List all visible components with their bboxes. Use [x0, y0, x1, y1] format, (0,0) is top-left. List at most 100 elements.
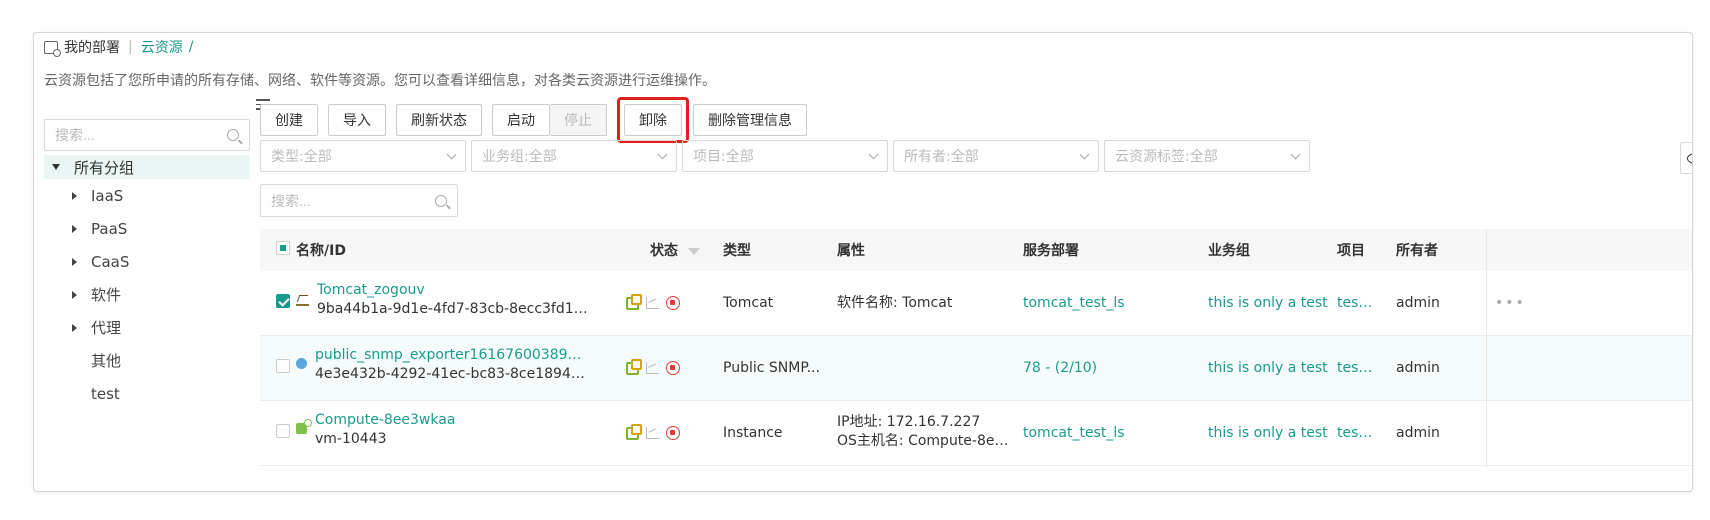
tag-filter[interactable]: 云资源标签:全部 — [1104, 140, 1310, 172]
attributes-cell: IP地址: 172.16.7.227 OS主机名: Compute-8ee... — [837, 413, 1012, 451]
resource-name-link[interactable]: Tomcat_zogouv — [317, 281, 592, 300]
tree-item-other[interactable]: 其他 — [44, 344, 250, 377]
monitor-chart-icon[interactable] — [646, 427, 659, 439]
sidebar-search[interactable] — [44, 119, 250, 151]
import-button[interactable]: 导入 — [328, 104, 386, 136]
business-group-filter[interactable]: 业务组:全部 — [471, 140, 677, 172]
header-status-label: 状态 — [650, 243, 678, 259]
caret-right-icon[interactable] — [72, 191, 77, 200]
header-business-group[interactable]: 业务组 — [1208, 240, 1250, 260]
resource-id: 9ba44b1a-9d1e-4fd7-83cb-8ecc3fd1a203_... — [317, 301, 592, 317]
page-description: 云资源包括了您所申请的所有存储、网络、软件等资源。您可以查看详细信息，对各类云资… — [44, 73, 716, 89]
owner-filter-label: 所有者:全部 — [904, 149, 979, 165]
stopped-status-icon — [666, 361, 680, 375]
project-link[interactable]: test... — [1337, 360, 1377, 376]
tree-item-label: test — [91, 384, 120, 403]
copy-icon[interactable] — [626, 358, 642, 375]
highlight-box: 卸除 — [617, 97, 689, 143]
caret-right-icon[interactable] — [72, 224, 77, 233]
chevron-down-icon[interactable] — [1290, 149, 1301, 159]
uninstall-button[interactable]: 卸除 — [624, 104, 682, 136]
service-link[interactable]: 78 - (2/10) — [1023, 360, 1097, 376]
name-cell: Tomcat_zogouv 9ba44b1a-9d1e-4fd7-83cb-8e… — [296, 281, 596, 319]
chevron-down-icon[interactable] — [657, 149, 668, 159]
tree-item-caas[interactable]: CaaS — [44, 245, 250, 278]
table-header: 名称/ID 状态 类型 属性 服务部署 业务组 项目 所有者 — [260, 229, 1692, 271]
caret-right-icon[interactable] — [72, 257, 77, 266]
owner-filter[interactable]: 所有者:全部 — [893, 140, 1099, 172]
table-row[interactable]: Compute-8ee3wkaa vm-10443 Instance IP地址:… — [260, 401, 1692, 466]
table-search[interactable] — [260, 184, 458, 217]
breadcrumb-root[interactable]: 我的部署 — [64, 37, 120, 57]
project-link[interactable]: test... — [1337, 425, 1377, 441]
row-checkbox[interactable] — [276, 294, 290, 312]
caret-right-icon[interactable] — [72, 323, 77, 332]
delete-management-info-button[interactable]: 删除管理信息 — [693, 104, 807, 136]
attribute-line: OS主机名: Compute-8ee... — [837, 433, 1012, 449]
more-actions-icon[interactable]: ••• — [1495, 295, 1526, 311]
group-tree: 所有分组 IaaS PaaS CaaS 软件 代理 其他 test — [44, 155, 250, 410]
project-link[interactable]: test... — [1337, 295, 1377, 311]
name-cell: Compute-8ee3wkaa vm-10443 — [296, 411, 596, 449]
snmp-icon — [296, 358, 307, 369]
service-link[interactable]: tomcat_test_ls — [1023, 295, 1125, 311]
header-status[interactable]: 状态 — [650, 240, 700, 260]
header-name[interactable]: 名称/ID — [296, 240, 596, 260]
business-group-link[interactable]: this is only a test — [1208, 295, 1328, 311]
resource-name-link[interactable]: Compute-8ee3wkaa — [315, 411, 590, 430]
project-filter[interactable]: 项目:全部 — [682, 140, 888, 172]
resource-name-link[interactable]: public_snmp_exporter1616760038992_n6... — [315, 346, 590, 365]
copy-icon[interactable] — [626, 293, 642, 310]
select-all-checkbox[interactable] — [276, 241, 290, 259]
row-checkbox[interactable] — [276, 359, 290, 377]
table-action-column-divider — [1486, 229, 1487, 468]
breadcrumb-slash: / — [188, 39, 194, 55]
header-service[interactable]: 服务部署 — [1023, 240, 1079, 260]
caret-down-icon[interactable] — [52, 164, 60, 170]
type-cell: Instance — [723, 425, 783, 441]
tree-item-label: IaaS — [91, 186, 124, 205]
monitor-chart-icon[interactable] — [646, 362, 659, 374]
tree-item-test[interactable]: test — [44, 377, 250, 410]
chevron-down-icon[interactable] — [446, 149, 457, 159]
sidebar-search-input[interactable] — [55, 127, 227, 143]
monitor-chart-icon[interactable] — [646, 297, 659, 309]
row-checkbox[interactable] — [276, 424, 290, 442]
breadcrumb-current[interactable]: 云资源 — [141, 37, 183, 57]
table-row[interactable]: public_snmp_exporter1616760038992_n6... … — [260, 336, 1692, 401]
table-row[interactable]: Tomcat_zogouv 9ba44b1a-9d1e-4fd7-83cb-8e… — [260, 271, 1692, 336]
column-visibility-button[interactable] — [1680, 142, 1692, 174]
start-button[interactable]: 启动 — [492, 104, 550, 136]
header-owner[interactable]: 所有者 — [1396, 240, 1438, 260]
search-icon[interactable] — [435, 194, 447, 207]
caret-right-icon[interactable] — [72, 290, 77, 299]
service-link[interactable]: tomcat_test_ls — [1023, 425, 1125, 441]
type-filter[interactable]: 类型:全部 — [260, 140, 466, 172]
filter-funnel-icon[interactable] — [688, 247, 700, 255]
create-button[interactable]: 创建 — [260, 104, 318, 136]
attributes-cell: 软件名称: Tomcat — [837, 294, 1012, 313]
tree-item-proxy[interactable]: 代理 — [44, 311, 250, 344]
owner-cell: admin — [1396, 425, 1440, 441]
business-group-link[interactable]: this is only a test — [1208, 425, 1328, 441]
copy-icon[interactable] — [626, 423, 642, 440]
chevron-down-icon[interactable] — [1079, 149, 1090, 159]
header-attributes[interactable]: 属性 — [837, 240, 1012, 260]
tag-filter-label: 云资源标签:全部 — [1115, 149, 1218, 165]
header-project[interactable]: 项目 — [1337, 240, 1377, 260]
search-icon[interactable] — [227, 129, 239, 141]
header-type[interactable]: 类型 — [723, 240, 823, 260]
table-search-input[interactable] — [271, 192, 435, 209]
tree-item-iaas[interactable]: IaaS — [44, 179, 250, 212]
tree-item-all-groups[interactable]: 所有分组 — [44, 155, 250, 179]
tree-item-software[interactable]: 软件 — [44, 278, 250, 311]
tree-item-label: PaaS — [91, 219, 128, 238]
chevron-down-icon[interactable] — [868, 149, 879, 159]
deployment-icon — [44, 40, 61, 57]
business-group-link[interactable]: this is only a test — [1208, 360, 1328, 376]
tree-item-paas[interactable]: PaaS — [44, 212, 250, 245]
refresh-status-button[interactable]: 刷新状态 — [396, 104, 482, 136]
name-cell: public_snmp_exporter1616760038992_n6... … — [296, 346, 596, 384]
type-cell: Tomcat — [723, 295, 774, 311]
toolbar: 创建 导入 刷新状态 启动 停止 卸除 删除管理信息 — [260, 97, 807, 143]
